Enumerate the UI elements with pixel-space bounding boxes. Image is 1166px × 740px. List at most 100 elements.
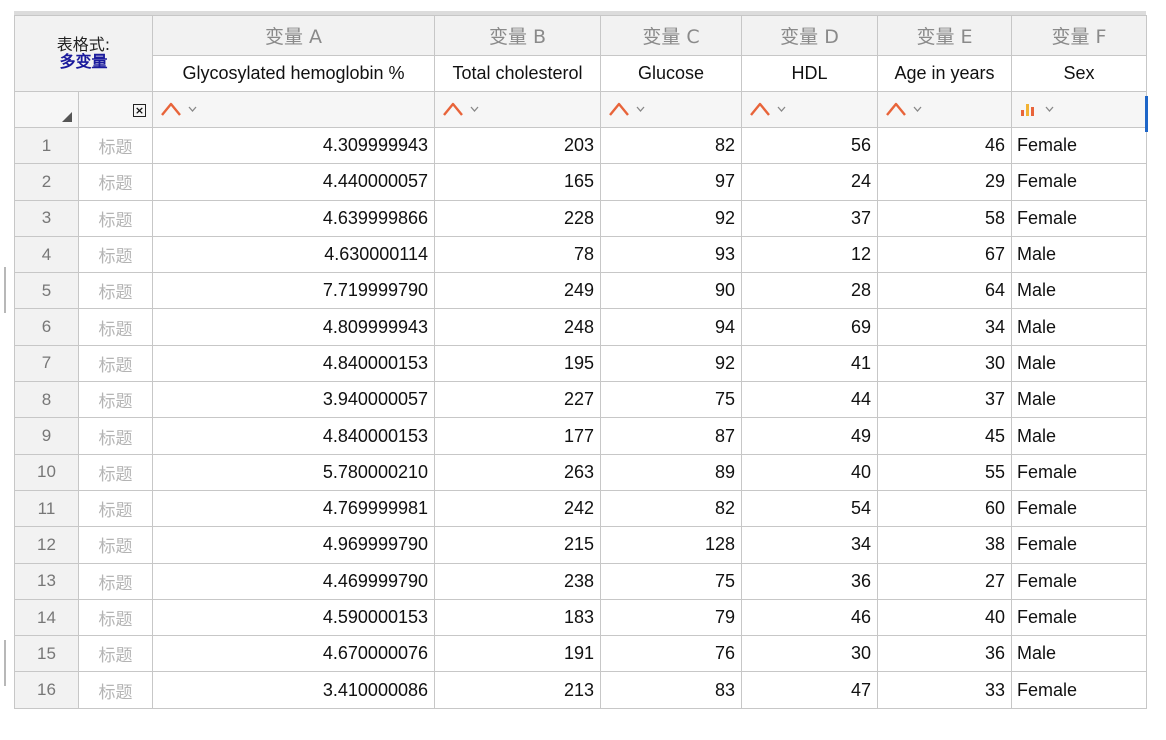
- variable-name-c[interactable]: Glucose: [600, 55, 742, 92]
- variable-name-b[interactable]: Total cholesterol: [434, 55, 601, 92]
- column-title-f[interactable]: 变量 F: [1011, 15, 1147, 56]
- variable-type-e[interactable]: [877, 91, 1012, 128]
- data-cell[interactable]: 69: [741, 308, 878, 346]
- data-cell[interactable]: 28: [741, 272, 878, 310]
- column-title-c[interactable]: 变量 C: [600, 15, 742, 56]
- data-cell[interactable]: 94: [600, 308, 742, 346]
- data-cell[interactable]: 4.469999790: [152, 562, 435, 600]
- data-cell[interactable]: 4.309999943: [152, 126, 435, 165]
- row-number[interactable]: 15: [14, 635, 79, 673]
- chevron-down-icon[interactable]: [188, 106, 197, 113]
- variable-name-d[interactable]: HDL: [741, 55, 878, 92]
- chevron-down-icon[interactable]: [777, 106, 786, 113]
- data-cell[interactable]: 55: [877, 453, 1012, 491]
- data-cell[interactable]: 4.639999866: [152, 199, 435, 237]
- data-cell[interactable]: 87: [600, 417, 742, 455]
- data-cell[interactable]: 40: [877, 598, 1012, 637]
- data-cell[interactable]: 30: [741, 635, 878, 673]
- data-cell[interactable]: 3.940000057: [152, 381, 435, 419]
- data-cell[interactable]: 242: [434, 489, 601, 528]
- data-cell[interactable]: 47: [741, 671, 878, 709]
- data-cell[interactable]: 89: [600, 453, 742, 491]
- row-number[interactable]: 11: [14, 489, 79, 528]
- data-cell[interactable]: 79: [600, 598, 742, 637]
- data-cell[interactable]: Female: [1011, 126, 1147, 165]
- data-cell[interactable]: Female: [1011, 598, 1147, 637]
- row-number[interactable]: 13: [14, 562, 79, 600]
- data-cell[interactable]: 82: [600, 126, 742, 165]
- data-cell[interactable]: 128: [600, 526, 742, 564]
- chevron-down-icon[interactable]: [913, 106, 922, 113]
- data-cell[interactable]: 215: [434, 526, 601, 564]
- row-title[interactable]: 标题: [78, 526, 153, 564]
- data-cell[interactable]: 75: [600, 381, 742, 419]
- data-cell[interactable]: 78: [434, 235, 601, 274]
- variable-name-f[interactable]: Sex: [1011, 55, 1147, 92]
- data-cell[interactable]: Male: [1011, 417, 1147, 455]
- data-cell[interactable]: 34: [741, 526, 878, 564]
- variable-type-b[interactable]: [434, 91, 601, 128]
- variable-type-c[interactable]: [600, 91, 742, 128]
- table-format-cell[interactable]: 表格式: 多变量: [14, 15, 153, 92]
- data-cell[interactable]: 29: [877, 163, 1012, 201]
- data-cell[interactable]: 27: [877, 562, 1012, 600]
- data-cell[interactable]: 5.780000210: [152, 453, 435, 491]
- data-cell[interactable]: 49: [741, 417, 878, 455]
- row-number[interactable]: 12: [14, 526, 79, 564]
- row-number[interactable]: 9: [14, 417, 79, 455]
- data-cell[interactable]: 4.670000076: [152, 635, 435, 673]
- clear-titles-cell[interactable]: ×: [78, 91, 153, 128]
- data-cell[interactable]: Male: [1011, 272, 1147, 310]
- row-number[interactable]: 5: [14, 272, 79, 310]
- data-cell[interactable]: 36: [877, 635, 1012, 673]
- row-title[interactable]: 标题: [78, 381, 153, 419]
- data-cell[interactable]: Female: [1011, 671, 1147, 709]
- data-cell[interactable]: 24: [741, 163, 878, 201]
- data-cell[interactable]: Female: [1011, 526, 1147, 564]
- row-title[interactable]: 标题: [78, 417, 153, 455]
- variable-type-f[interactable]: [1011, 91, 1147, 128]
- data-cell[interactable]: 4.590000153: [152, 598, 435, 637]
- data-cell[interactable]: 36: [741, 562, 878, 600]
- row-title[interactable]: 标题: [78, 272, 153, 310]
- row-title[interactable]: 标题: [78, 562, 153, 600]
- data-cell[interactable]: Male: [1011, 635, 1147, 673]
- data-cell[interactable]: 203: [434, 126, 601, 165]
- chevron-down-icon[interactable]: [1045, 106, 1054, 113]
- data-cell[interactable]: 45: [877, 417, 1012, 455]
- data-cell[interactable]: 82: [600, 489, 742, 528]
- row-number[interactable]: 7: [14, 344, 79, 383]
- data-cell[interactable]: 191: [434, 635, 601, 673]
- variable-type-d[interactable]: [741, 91, 878, 128]
- data-cell[interactable]: 183: [434, 598, 601, 637]
- data-cell[interactable]: 58: [877, 199, 1012, 237]
- variable-name-a[interactable]: Glycosylated hemoglobin %: [152, 55, 435, 92]
- column-title-e[interactable]: 变量 E: [877, 15, 1012, 56]
- data-cell[interactable]: Female: [1011, 562, 1147, 600]
- data-cell[interactable]: 41: [741, 344, 878, 383]
- row-title[interactable]: 标题: [78, 344, 153, 383]
- data-cell[interactable]: 37: [741, 199, 878, 237]
- data-cell[interactable]: 12: [741, 235, 878, 274]
- data-cell[interactable]: 4.440000057: [152, 163, 435, 201]
- data-cell[interactable]: 93: [600, 235, 742, 274]
- data-cell[interactable]: 249: [434, 272, 601, 310]
- data-cell[interactable]: 60: [877, 489, 1012, 528]
- data-cell[interactable]: 165: [434, 163, 601, 201]
- data-cell[interactable]: 4.809999943: [152, 308, 435, 346]
- row-number[interactable]: 3: [14, 199, 79, 237]
- data-cell[interactable]: 227: [434, 381, 601, 419]
- data-cell[interactable]: 195: [434, 344, 601, 383]
- row-title[interactable]: 标题: [78, 235, 153, 274]
- data-cell[interactable]: Female: [1011, 199, 1147, 237]
- data-cell[interactable]: Male: [1011, 308, 1147, 346]
- column-title-b[interactable]: 变量 B: [434, 15, 601, 56]
- data-cell[interactable]: 177: [434, 417, 601, 455]
- data-cell[interactable]: 248: [434, 308, 601, 346]
- data-cell[interactable]: 90: [600, 272, 742, 310]
- column-title-d[interactable]: 变量 D: [741, 15, 878, 56]
- data-cell[interactable]: Female: [1011, 163, 1147, 201]
- row-number[interactable]: 6: [14, 308, 79, 346]
- data-cell[interactable]: 4.840000153: [152, 344, 435, 383]
- data-cell[interactable]: Female: [1011, 453, 1147, 491]
